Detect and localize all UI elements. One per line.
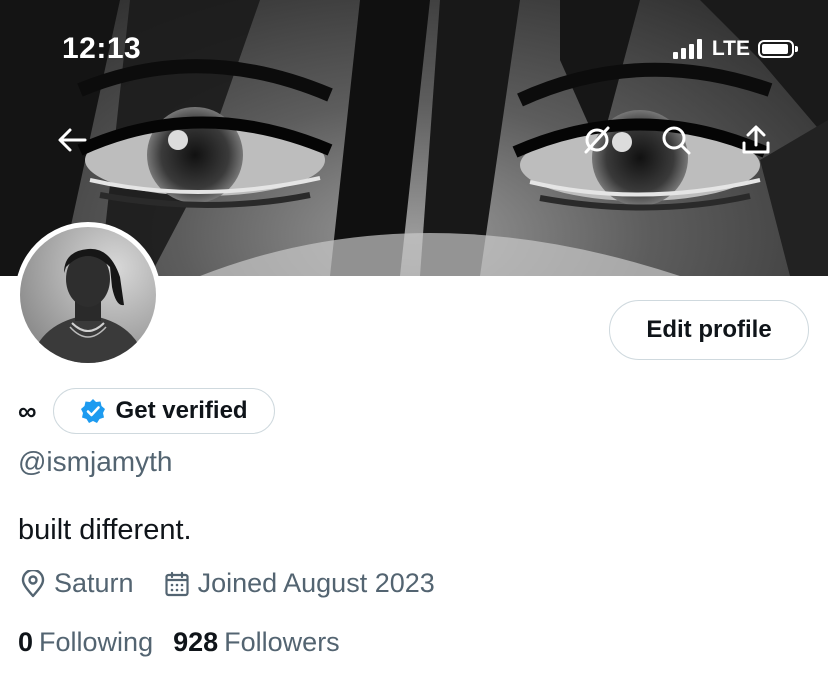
following-label: Following [39,627,154,657]
edit-profile-button[interactable]: Edit profile [609,300,809,360]
verified-badge-icon [80,398,106,424]
display-name: ∞ [18,395,36,426]
profile-meta: Saturn Joined August 2023 [20,568,465,599]
share-icon [742,125,770,154]
signal-icon [672,39,702,59]
followers-label: Followers [224,627,340,657]
battery-icon [758,40,798,58]
search-icon [662,126,691,155]
network-type: LTE [711,37,750,60]
share-button[interactable] [732,116,780,164]
search-button[interactable] [652,116,700,164]
joined-text: Joined August 2023 [197,568,435,598]
back-button[interactable] [48,116,96,164]
avatar-image [20,227,156,363]
follow-stats: 0 Following 928 Followers [18,627,360,658]
status-indicators: LTE [672,37,798,61]
avatar[interactable] [15,222,161,368]
location-item: Saturn [20,568,134,599]
profile-bio: built different. [18,514,192,546]
profile-name-row: ∞ Get verified [18,388,275,434]
profile-handle: @ismjamyth [18,446,173,477]
following-link[interactable]: 0 Following [18,627,153,658]
circle-slash-icon [584,126,610,154]
followers-link[interactable]: 928 Followers [173,627,340,658]
followers-count: 928 [173,627,219,657]
status-time: 12:13 [62,32,142,65]
location-text: Saturn [54,568,134,598]
block-button[interactable] [573,116,621,164]
following-count: 0 [18,627,34,657]
joined-item: Joined August 2023 [164,568,435,599]
location-pin-icon [21,569,45,597]
get-verified-button[interactable]: Get verified [52,388,275,434]
calendar-icon [164,571,189,596]
get-verified-label: Get verified [115,397,248,424]
back-arrow-icon [58,128,87,152]
